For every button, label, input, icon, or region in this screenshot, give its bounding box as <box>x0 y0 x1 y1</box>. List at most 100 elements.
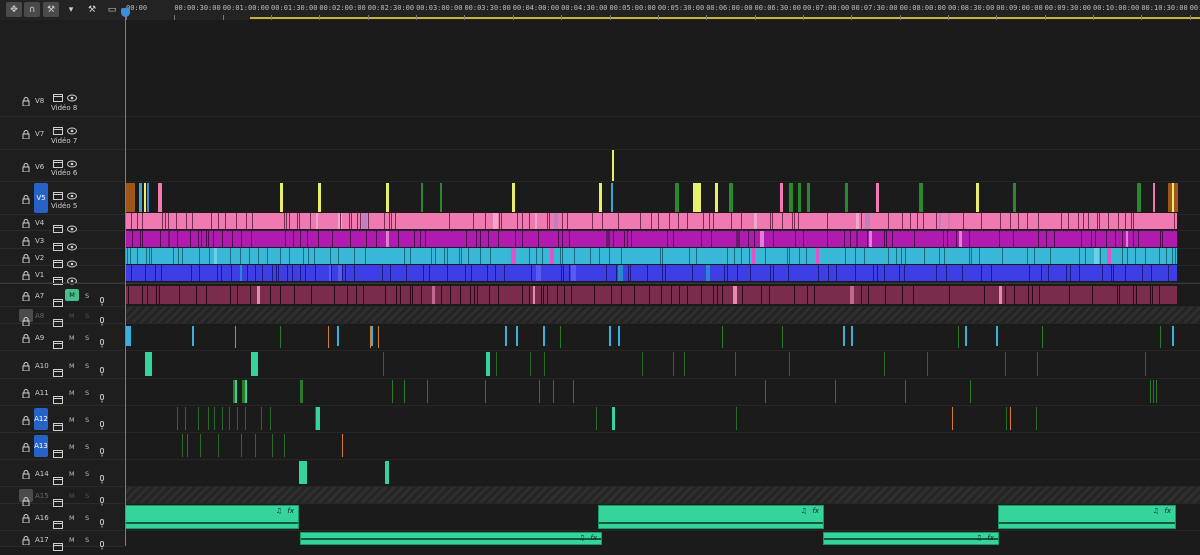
audio-clip[interactable] <box>208 407 209 430</box>
lock-icon[interactable] <box>22 254 30 263</box>
voiceover-mic-icon[interactable] <box>99 513 109 528</box>
clip-strip-v4[interactable] <box>125 213 1177 229</box>
marker-add-button[interactable]: ▾ <box>63 2 79 17</box>
sync-lock-icon[interactable] <box>53 443 63 458</box>
audio-clip[interactable] <box>1006 407 1007 430</box>
track-target-a13[interactable]: A13 <box>34 435 48 457</box>
video-track-header-v3[interactable]: V3 <box>0 231 124 251</box>
music-clip[interactable]: ♫ fx <box>823 532 999 545</box>
sync-lock-icon[interactable] <box>53 312 63 327</box>
music-clip[interactable]: ♫ fx <box>598 505 824 529</box>
video-clip[interactable] <box>1013 183 1016 212</box>
video-clip[interactable] <box>599 183 602 212</box>
video-clip[interactable] <box>693 183 701 212</box>
sync-lock-icon[interactable] <box>53 185 63 200</box>
audio-clip[interactable] <box>187 434 188 457</box>
audio-clip[interactable] <box>970 380 971 403</box>
audio-clip[interactable] <box>200 434 201 457</box>
wrench-button[interactable]: ⚒ <box>84 2 100 17</box>
sync-lock-icon[interactable] <box>53 218 63 233</box>
solo-button[interactable]: S <box>85 514 89 522</box>
video-track-header-v7[interactable]: V7 Vidéo 7 <box>0 117 124 150</box>
sync-lock-icon[interactable] <box>53 334 63 349</box>
music-clip[interactable]: ♫ fx <box>300 532 602 545</box>
video-clip[interactable] <box>125 183 135 212</box>
audio-clip[interactable] <box>316 407 320 430</box>
audio-clip[interactable] <box>261 407 262 430</box>
voiceover-mic-icon[interactable] <box>99 442 109 457</box>
clip-strip-v1[interactable] <box>125 265 1177 281</box>
sync-lock-icon[interactable] <box>53 153 63 168</box>
audio-clip[interactable] <box>618 326 620 346</box>
snap-button[interactable]: ✥ <box>6 2 22 17</box>
solo-button[interactable]: S <box>85 470 89 478</box>
mute-button[interactable]: M <box>69 389 75 397</box>
audio-track-header-a9[interactable]: A9 M S <box>0 324 124 351</box>
sync-lock-icon[interactable] <box>53 292 63 307</box>
clip-alt[interactable] <box>733 286 737 304</box>
clip-alt[interactable] <box>362 213 367 229</box>
solo-button[interactable]: S <box>85 536 89 544</box>
mute-button[interactable]: M <box>69 334 75 342</box>
video-clip[interactable] <box>845 183 848 212</box>
track-target-a15[interactable]: A15 <box>35 492 49 500</box>
audio-clip[interactable] <box>145 352 152 376</box>
clip-alt[interactable] <box>533 286 535 304</box>
solo-button[interactable]: S <box>85 312 89 320</box>
sync-lock-icon[interactable] <box>53 470 63 485</box>
audio-clip[interactable] <box>404 380 405 403</box>
audio-clip[interactable] <box>927 352 928 376</box>
video-clip[interactable] <box>976 183 979 212</box>
video-track-header-v8[interactable]: V8 Vidéo 8 <box>0 84 124 117</box>
mute-button[interactable]: M <box>69 443 75 451</box>
audio-track-header-a10[interactable]: A10 M S <box>0 351 124 379</box>
clip-alt[interactable] <box>959 231 962 247</box>
audio-clip[interactable] <box>177 407 178 430</box>
time-ruler[interactable]: 00:00 00:00:30:00 00:01:00:00 00:01:30:00 00… <box>124 0 1200 21</box>
video-track-header-v2[interactable]: V2 <box>0 248 124 268</box>
eye-icon[interactable] <box>67 236 77 251</box>
audio-clip[interactable] <box>1172 326 1174 346</box>
audio-clip[interactable] <box>673 352 674 376</box>
sync-lock-icon[interactable] <box>53 492 63 507</box>
audio-clip[interactable] <box>516 326 518 346</box>
solo-button[interactable]: S <box>85 362 89 370</box>
mute-button[interactable]: M <box>69 416 75 424</box>
audio-clip[interactable] <box>270 407 271 430</box>
audio-clip[interactable] <box>237 407 238 430</box>
audio-clip[interactable] <box>229 407 230 430</box>
audio-clip[interactable] <box>245 380 247 403</box>
audio-clip[interactable] <box>185 407 186 430</box>
audio-clip[interactable] <box>1145 352 1146 376</box>
clip-alt[interactable] <box>760 231 764 247</box>
audio-clip[interactable] <box>905 380 906 403</box>
sync-lock-icon[interactable] <box>53 270 63 285</box>
clip-alt[interactable] <box>856 213 859 229</box>
mute-button[interactable]: M <box>69 536 75 544</box>
lock-icon[interactable] <box>22 334 30 343</box>
video-clip[interactable] <box>147 183 149 212</box>
audio-clip[interactable] <box>284 434 285 457</box>
audio-clip[interactable] <box>214 407 215 430</box>
fx-badge-icon[interactable]: fx <box>812 507 819 515</box>
audio-track-header-a11[interactable]: A11 M S <box>0 379 124 406</box>
clip-alt[interactable] <box>752 248 755 264</box>
voiceover-mic-icon[interactable] <box>99 311 109 326</box>
lock-icon[interactable] <box>22 271 30 280</box>
sync-lock-icon[interactable] <box>53 389 63 404</box>
clip-alt[interactable] <box>999 286 1002 304</box>
fx-badge-icon[interactable]: fx <box>987 534 994 542</box>
track-target-a16[interactable]: A16 <box>35 514 49 522</box>
video-clip[interactable] <box>611 183 613 212</box>
video-clip[interactable] <box>789 183 793 212</box>
sync-lock-icon[interactable] <box>53 514 63 529</box>
track-target-a10[interactable]: A10 <box>35 362 49 370</box>
audio-clip[interactable] <box>952 407 953 430</box>
video-track-header-v5[interactable]: V5 Vidéo 5 <box>0 182 124 215</box>
clip-alt[interactable] <box>736 231 740 247</box>
work-area-bar[interactable] <box>250 17 1200 19</box>
solo-button[interactable]: S <box>85 492 89 500</box>
audio-clip[interactable] <box>328 326 329 348</box>
audio-clip[interactable] <box>385 461 389 484</box>
video-clip[interactable] <box>612 150 614 181</box>
